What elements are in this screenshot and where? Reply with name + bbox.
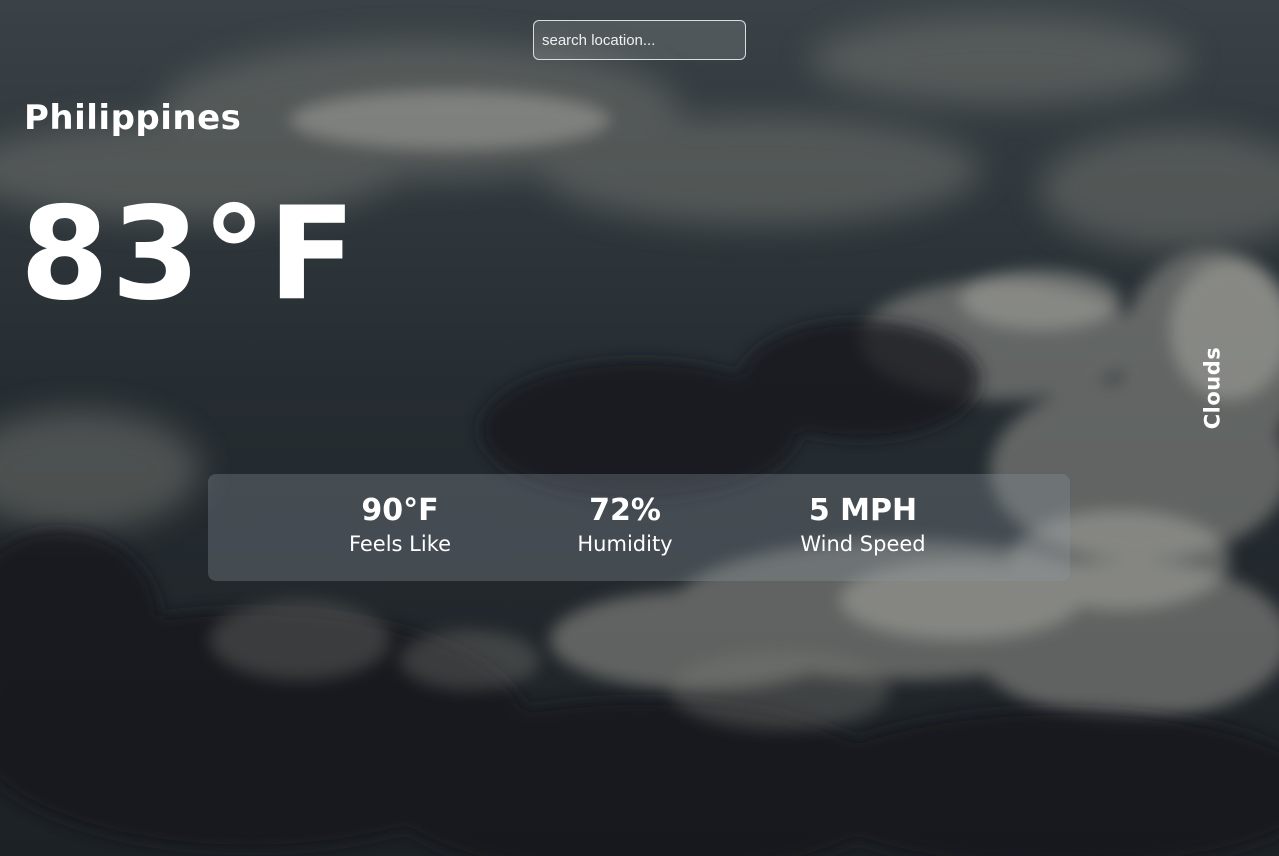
- humidity-value: 72%: [589, 493, 661, 528]
- weather-condition-label: Clouds: [1200, 346, 1224, 430]
- feels-like-stat: 90°F Feels Like: [290, 493, 510, 558]
- search-bar: [533, 20, 746, 60]
- search-input[interactable]: [533, 20, 746, 60]
- weather-stats-panel: 90°F Feels Like 72% Humidity 5 MPH Wind …: [208, 474, 1070, 581]
- current-temperature: 83°F: [20, 180, 358, 329]
- humidity-stat: 72% Humidity: [515, 493, 735, 558]
- feels-like-label: Feels Like: [348, 531, 452, 556]
- wind-speed-label: Wind Speed: [800, 531, 926, 556]
- feels-like-value: 90°F: [361, 493, 439, 528]
- weather-condition: Clouds: [1189, 340, 1235, 436]
- wind-speed-value: 5 MPH: [808, 493, 918, 528]
- humidity-label: Humidity: [577, 531, 673, 556]
- location-name: Philippines: [24, 98, 242, 138]
- wind-speed-stat: 5 MPH Wind Speed: [753, 493, 973, 558]
